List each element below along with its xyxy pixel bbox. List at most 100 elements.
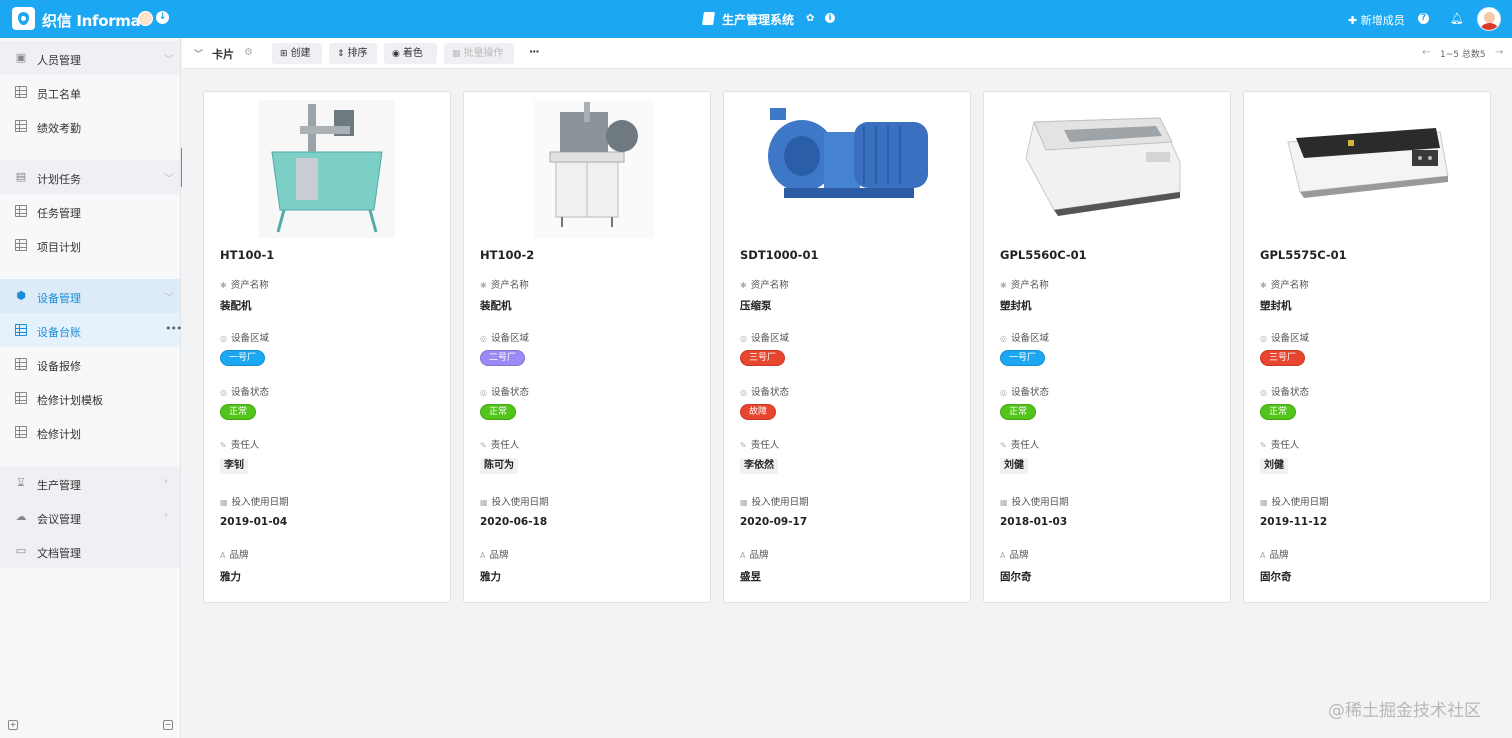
sidebar-group-label: 计划任务 xyxy=(37,173,81,186)
status-badge: 正常 xyxy=(480,404,517,420)
date-label: ▦ 投入使用日期 xyxy=(220,497,289,508)
sidebar-item-repair-request[interactable]: 设备报修 xyxy=(0,347,180,381)
owner-chip: 李钊 xyxy=(220,458,248,474)
card-title: GPL5560C-01 xyxy=(1000,248,1087,262)
arrow-right-icon[interactable]: → xyxy=(1495,47,1503,58)
sidebar-item-project-plan[interactable]: 项目计划 xyxy=(0,228,180,262)
sidebar-group-label: 生产管理 xyxy=(37,479,81,492)
asterisk-icon: ✱ xyxy=(480,281,487,290)
view-settings-icon[interactable]: ⚙︎ xyxy=(244,47,253,58)
status-badge: 正常 xyxy=(220,404,257,420)
color-button[interactable]: ◉ 着色 xyxy=(384,43,437,64)
card-title: GPL5575C-01 xyxy=(1260,248,1347,262)
area-label: ◎ 设备区域 xyxy=(220,333,269,344)
eye-icon: ◉ xyxy=(392,49,400,59)
download-icon[interactable]: ↓ xyxy=(156,11,169,24)
equipment-card[interactable]: HT100-2 ✱ 资产名称 装配机 ◎ 设备区域 二号厂 ◎ 设备状态 正常 ✎ 责任… xyxy=(463,91,711,603)
chevron-down-icon: ﹀ xyxy=(164,293,174,304)
area-badge: 三号厂 xyxy=(1260,350,1306,366)
view-name[interactable]: 卡片 xyxy=(212,46,234,62)
date-value: 2019-01-04 xyxy=(220,516,288,528)
sidebar-group-plan-tasks[interactable]: ▤ 计划任务 ﹀ xyxy=(0,160,180,194)
table-icon xyxy=(15,120,27,132)
sidebar-item-label: 设备台账 xyxy=(37,326,81,339)
collapse-icon[interactable]: − xyxy=(163,720,173,730)
sidebar-group-equipment[interactable]: ⬢ 设备管理 ﹀ xyxy=(0,279,180,313)
batch-icon: ▦ xyxy=(452,49,461,59)
more-icon[interactable]: ··· xyxy=(529,45,540,58)
sidebar-group-documents[interactable]: ▭ 文档管理 xyxy=(0,534,180,568)
equipment-card[interactable]: GPL5575C-01 ✱ 资产名称 塑封机 ◎ 设备区域 三号厂 ◎ 设备状态 正常… xyxy=(1243,91,1491,603)
chevron-right-icon: › xyxy=(164,476,168,487)
info-icon[interactable]: i xyxy=(825,13,835,23)
more-icon[interactable]: ••• xyxy=(165,322,182,335)
arrow-left-icon[interactable]: ← xyxy=(1422,47,1430,58)
table-icon xyxy=(15,324,27,336)
new-member-button[interactable]: ✚ 新增成员 xyxy=(1348,12,1405,28)
chevron-down-icon[interactable]: ﹀ xyxy=(194,47,203,60)
circle-icon: ◎ xyxy=(1000,334,1007,343)
brand-value: 盛昱 xyxy=(740,571,761,583)
user-avatar[interactable] xyxy=(1477,7,1501,31)
sidebar-item-label: 检修计划 xyxy=(37,428,81,441)
calendar-icon: ▤ xyxy=(15,170,27,183)
user-icon: ✎ xyxy=(220,441,227,450)
asset-name-label: ✱ 资产名称 xyxy=(220,280,269,291)
sidebar-item-label: 任务管理 xyxy=(37,207,81,220)
brand-value: 雅力 xyxy=(480,571,501,583)
user-icon: ✎ xyxy=(480,441,487,450)
owner-chip: 李依然 xyxy=(740,458,778,474)
table-icon xyxy=(15,86,27,98)
sidebar-item-maintenance-plan[interactable]: 检修计划 xyxy=(0,415,180,449)
create-button[interactable]: ⊞ 创建 xyxy=(272,43,322,64)
calendar-icon: ▦ xyxy=(1000,498,1008,507)
sidebar-group-meetings[interactable]: ☁︎ 会议管理 › xyxy=(0,500,180,534)
date-value: 2018-01-03 xyxy=(1000,516,1068,528)
sidebar-item-performance[interactable]: 绩效考勤 xyxy=(0,109,180,143)
equipment-image xyxy=(984,92,1230,240)
bell-icon[interactable]: 🔔︎ xyxy=(1450,12,1464,25)
equipment-image xyxy=(464,92,710,240)
chevron-down-icon: ﹀ xyxy=(164,55,174,66)
equipment-card[interactable]: SDT1000-01 ✱ 资产名称 压缩泵 ◎ 设备区域 三号厂 ◎ 设备状态 故障 … xyxy=(723,91,971,603)
area-badge: 三号厂 xyxy=(740,350,786,366)
brand-label: A 品牌 xyxy=(220,550,249,561)
app-title[interactable]: 生产管理系统 xyxy=(722,11,794,28)
sidebar-group-production[interactable]: ⌛︎ 生产管理 › xyxy=(0,466,180,500)
equipment-card[interactable]: GPL5560C-01 ✱ 资产名称 塑封机 ◎ 设备区域 一号厂 ◎ 设备状态 正常… xyxy=(983,91,1231,603)
owner-chip: 陈可为 xyxy=(480,458,518,474)
sidebar-group-label: 会议管理 xyxy=(37,513,81,526)
table-icon xyxy=(15,392,27,404)
sidebar-group-personnel[interactable]: ▣ 人员管理 ﹀ xyxy=(0,41,180,75)
circle-icon: ◎ xyxy=(480,388,487,397)
asset-name-value: 装配机 xyxy=(480,300,512,312)
sidebar-item-maintenance-template[interactable]: 检修计划模板 xyxy=(0,381,180,415)
sidebar-item-label: 检修计划模板 xyxy=(37,394,103,407)
sidebar-item-label: 设备报修 xyxy=(37,360,81,373)
table-icon xyxy=(15,358,27,370)
circle-icon: ◎ xyxy=(1000,388,1007,397)
plus-icon: ✚ xyxy=(1348,14,1358,27)
equipment-image xyxy=(724,92,970,240)
view-toolbar: ﹀ 卡片 ⚙︎ ⊞ 创建 ⇕ 排序 ◉ 着色 ▦ 批量操作 ··· ← 1~5 总数5 … xyxy=(182,38,1512,69)
asset-name-value: 装配机 xyxy=(220,300,252,312)
sidebar-item-equipment-ledger[interactable]: 设备台账 ••• xyxy=(0,313,182,347)
settings-gear-icon[interactable]: ✿ xyxy=(806,13,814,24)
add-icon[interactable]: + xyxy=(8,720,18,730)
table-icon xyxy=(15,426,27,438)
user-icon: ✎ xyxy=(1000,441,1007,450)
help-icon[interactable]: ? xyxy=(1418,13,1429,24)
brand-name[interactable]: 织信 Informat xyxy=(42,10,148,31)
sidebar-item-task-management[interactable]: 任务管理 xyxy=(0,194,180,228)
equipment-card[interactable]: HT100-1 ✱ 资产名称 装配机 ◎ 设备区域 一号厂 ◎ 设备状态 正常 ✎ 责任… xyxy=(203,91,451,603)
team-avatar-icon[interactable] xyxy=(138,11,153,26)
text-icon: A xyxy=(1000,551,1006,560)
batch-operation-button[interactable]: ▦ 批量操作 xyxy=(444,43,514,64)
circle-icon: ◎ xyxy=(1260,334,1267,343)
sidebar-item-staff-list[interactable]: 员工名单 xyxy=(0,75,180,109)
sort-button[interactable]: ⇕ 排序 xyxy=(329,43,377,64)
text-icon: A xyxy=(1260,551,1266,560)
calendar-icon: ▦ xyxy=(220,498,228,507)
logo-icon[interactable] xyxy=(12,7,35,30)
status-label: ◎ 设备状态 xyxy=(1000,387,1049,398)
